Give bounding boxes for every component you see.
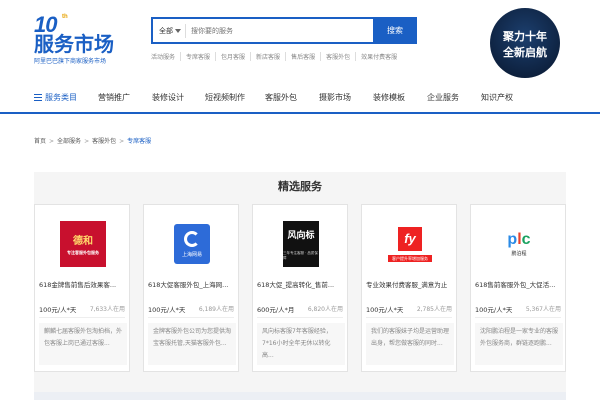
breadcrumb: 首页 > 全部服务 > 客服外包 > 专席客服 (34, 136, 151, 145)
service-price: 100元/人*天 (148, 306, 186, 314)
search-input[interactable] (191, 23, 371, 39)
hot-link[interactable]: 包月客服 (215, 52, 250, 61)
service-description: 麒麟七届客服外包淘拍档，外包客服上岗已通过客服... (39, 323, 127, 365)
nav-item-categories[interactable]: 服务类目 (34, 92, 77, 103)
breadcrumb-home[interactable]: 首页 (34, 138, 46, 145)
featured-services-section: 精选服务 德和 专注客服外包服务 618金牌售前售后效果客... 100元/人*天… (34, 172, 566, 400)
chevron-right-icon: > (49, 138, 55, 145)
promo-line-1: 聚力十年 (503, 30, 547, 43)
card-divider (366, 317, 452, 318)
service-price: 100元/人*天 (39, 306, 77, 314)
service-users-count: 2,785人在用 (416, 306, 452, 313)
main-nav: 服务类目 营销推广 装修设计 短视频制作 客服外包 摄影市场 装修模板 企业服务… (0, 84, 600, 114)
service-description: 我们的客服妹子均是运营助理出身，帮您做客服的同时... (366, 323, 454, 365)
section-title: 精选服务 (278, 180, 322, 193)
service-card[interactable]: fy 客户提升率增加服务 专业效果付费客服_满意为止 100元/人*天 2,785… (361, 204, 457, 372)
service-users-count: 6,189人在用 (198, 306, 234, 313)
service-users-count: 6,820人在用 (307, 306, 343, 313)
promo-badge[interactable]: 聚力十年 全新启航 (490, 8, 560, 78)
search-divider (185, 24, 186, 38)
chevron-right-icon: > (119, 138, 125, 145)
chevron-down-icon (175, 29, 181, 33)
card-divider (475, 317, 561, 318)
nav-item-decoration[interactable]: 装修设计 (152, 92, 184, 103)
card-divider (148, 317, 234, 318)
nav-item-templates[interactable]: 装修模板 (373, 92, 405, 103)
service-description: 风向标客服7年客服经验，7*16小时全年无休以转化高... (257, 323, 345, 365)
card-divider (257, 317, 343, 318)
service-name[interactable]: 618售前客服外包_大促活... (475, 279, 563, 289)
service-price: 100元/人*天 (475, 306, 513, 314)
hot-link[interactable]: 售后客服 (285, 52, 320, 61)
service-description: 沈阳鹏泊程是一家专业的客服外包服务商，群链逐跑鹏... (475, 323, 563, 365)
nav-item-marketing[interactable]: 营销推广 (98, 92, 130, 103)
breadcrumb-current: 专席客服 (127, 138, 152, 145)
nav-item-enterprise[interactable]: 企业服务 (427, 92, 459, 103)
service-card[interactable]: 上海网易 618大促客服外包_上海网... 100元/人*天 6,189人在用 … (143, 204, 239, 372)
menu-icon (34, 94, 42, 101)
service-users-count: 5,367人在用 (525, 306, 561, 313)
nav-item-short-video[interactable]: 短视频制作 (205, 92, 245, 103)
nav-item-cs-outsource[interactable]: 客服外包 (265, 92, 297, 103)
service-name[interactable]: 专业效果付费客服_满意为止 (366, 279, 454, 289)
hot-link[interactable]: 新店客服 (250, 52, 285, 61)
service-card[interactable]: 风向标 三年专注客服 · 品质保障 618大促_提高转化_售前... 600元/人… (252, 204, 348, 372)
service-card[interactable]: plc 鹏泊程 618售前客服外包_大促活... 100元/人*天 5,367人在… (470, 204, 566, 372)
logo-slogan: 阿里巴巴旗下商家服务市场 (34, 58, 107, 65)
service-card[interactable]: 德和 专注客服外包服务 618金牌售前售后效果客... 100元/人*天 7,63… (34, 204, 130, 372)
service-logo: plc 鹏泊程 (507, 231, 531, 257)
service-users-count: 7,633人在用 (89, 306, 125, 313)
logo-anniversary-suffix: th (62, 14, 68, 20)
service-price: 600元/人*月 (257, 306, 295, 314)
service-price: 100元/人*天 (366, 306, 404, 314)
service-name[interactable]: 618大促客服外包_上海网... (148, 279, 236, 289)
search-category-select[interactable]: 全部 (159, 26, 181, 36)
service-logo: 风向标 三年专注客服 · 品质保障 (271, 221, 331, 267)
hot-link[interactable]: 活动服务 (151, 52, 180, 61)
chevron-right-icon: > (84, 138, 90, 145)
service-description: 金牌客服外包公司为您提供淘宝客服托管,天猫客服外包... (148, 323, 236, 365)
service-name[interactable]: 618金牌售前售后效果客... (39, 279, 127, 289)
hot-link[interactable]: 效果付费客服 (355, 52, 402, 61)
service-logo: fy 客户提升率增加服务 (380, 221, 440, 267)
breadcrumb-cs-outsource[interactable]: 客服外包 (92, 138, 116, 145)
search-button[interactable]: 搜索 (373, 17, 417, 44)
hot-link[interactable]: 客服外包 (320, 52, 355, 61)
hot-link[interactable]: 专席客服 (180, 52, 215, 61)
site-header: 10 th 服务市场 阿里巴巴旗下商家服务市场 全部 搜索 活动服务 专席客服 … (0, 0, 600, 84)
next-section-edge (34, 392, 566, 400)
nav-item-photography[interactable]: 摄影市场 (319, 92, 351, 103)
promo-line-2: 全新启航 (503, 46, 547, 59)
nav-item-ip[interactable]: 知识产权 (481, 92, 513, 103)
logo-brand-text: 服务市场 (34, 32, 114, 56)
service-logo: 上海网易 (162, 221, 222, 267)
feather-icon (184, 230, 200, 247)
service-name[interactable]: 618大促_提高转化_售前... (257, 279, 345, 289)
breadcrumb-all-services[interactable]: 全部服务 (57, 138, 81, 145)
service-logo: 德和 专注客服外包服务 (53, 221, 113, 267)
search-bar: 全部 搜索 (151, 17, 417, 44)
hot-search-links: 活动服务 专席客服 包月客服 新店客服 售后客服 客服外包 效果付费客服 (151, 52, 402, 61)
site-logo[interactable]: 10 th 服务市场 阿里巴巴旗下商家服务市场 (34, 12, 134, 65)
card-divider (39, 317, 125, 318)
